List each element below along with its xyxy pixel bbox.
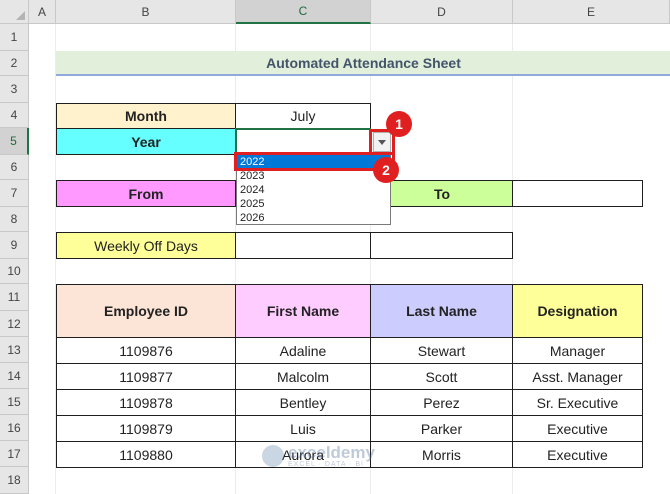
row-header-11[interactable]: 11 (0, 284, 29, 311)
year-value-cell[interactable] (235, 128, 371, 155)
designation-cell[interactable]: Asst. Manager (512, 363, 643, 390)
month-value-cell[interactable]: July (235, 103, 371, 129)
row-header-1[interactable]: 1 (0, 24, 29, 51)
from-label-cell[interactable]: From (56, 180, 236, 207)
weekly-off-value-cell-1[interactable] (235, 232, 371, 259)
row-header-18[interactable]: 18 (0, 467, 29, 494)
row-header-15[interactable]: 15 (0, 389, 29, 415)
row-header-14[interactable]: 14 (0, 363, 29, 389)
row-header-12[interactable]: 12 (0, 311, 29, 337)
weekly-off-label-cell[interactable]: Weekly Off Days (56, 232, 236, 259)
table-header-last-name[interactable]: Last Name (370, 284, 513, 338)
select-all-triangle-icon (16, 11, 25, 20)
first-name-cell[interactable]: Bentley (235, 389, 371, 416)
row-header-6[interactable]: 6 (0, 155, 29, 180)
year-label-cell[interactable]: Year (56, 128, 236, 155)
employee-id-cell[interactable]: 1109876 (56, 337, 236, 364)
row-header-10[interactable]: 10 (0, 259, 29, 284)
employee-id-cell[interactable]: 1109877 (56, 363, 236, 390)
column-header-e[interactable]: E (513, 0, 670, 24)
column-header-b[interactable]: B (56, 0, 236, 24)
designation-cell[interactable]: Sr. Executive (512, 389, 643, 416)
last-name-cell[interactable]: Parker (370, 415, 513, 442)
to-label-cell[interactable]: To (371, 180, 513, 207)
dropdown-option[interactable]: 2026 (237, 211, 390, 225)
first-name-cell[interactable]: Malcolm (235, 363, 371, 390)
column-header-c[interactable]: C (236, 0, 371, 24)
last-name-cell[interactable]: Perez (370, 389, 513, 416)
row-header-16[interactable]: 16 (0, 415, 29, 441)
table-header-first-name[interactable]: First Name (235, 284, 371, 338)
last-name-cell[interactable]: Stewart (370, 337, 513, 364)
table-header-designation[interactable]: Designation (512, 284, 643, 338)
to-value-cell[interactable] (512, 180, 643, 207)
employee-id-cell[interactable]: 1109880 (56, 441, 236, 468)
row-header-3[interactable]: 3 (0, 76, 29, 103)
column-header-d[interactable]: D (371, 0, 513, 24)
row-header-7[interactable]: 7 (0, 180, 29, 207)
employee-id-cell[interactable]: 1109879 (56, 415, 236, 442)
designation-cell[interactable]: Executive (512, 415, 643, 442)
dropdown-option[interactable]: 2023 (237, 169, 390, 183)
last-name-cell[interactable]: Morris (370, 441, 513, 468)
weekly-off-value-cell-2[interactable] (370, 232, 513, 259)
dropdown-option[interactable]: 2024 (237, 183, 390, 197)
designation-cell[interactable]: Manager (512, 337, 643, 364)
table-header-employee-id[interactable]: Employee ID (56, 284, 236, 338)
first-name-cell[interactable]: Luis (235, 415, 371, 442)
last-name-cell[interactable]: Scott (370, 363, 513, 390)
row-header-2[interactable]: 2 (0, 51, 29, 76)
row-header-9[interactable]: 9 (0, 232, 29, 259)
designation-cell[interactable]: Executive (512, 441, 643, 468)
row-header-13[interactable]: 13 (0, 337, 29, 363)
sheet-title[interactable]: Automated Attendance Sheet (56, 51, 670, 76)
row-header-4[interactable]: 4 (0, 103, 29, 128)
annotation-box-2 (234, 152, 395, 171)
row-header-5[interactable]: 5 (0, 128, 29, 155)
first-name-cell[interactable]: Adaline (235, 337, 371, 364)
first-name-cell[interactable]: Aurora (235, 441, 371, 468)
month-label-cell[interactable]: Month (56, 103, 236, 129)
column-header-a[interactable]: A (29, 0, 56, 24)
step-badge-1: 1 (386, 111, 412, 137)
step-badge-2: 2 (373, 157, 399, 183)
row-header-17[interactable]: 17 (0, 441, 29, 467)
select-all-corner[interactable] (0, 0, 29, 24)
row-header-8[interactable]: 8 (0, 207, 29, 232)
employee-id-cell[interactable]: 1109878 (56, 389, 236, 416)
dropdown-option[interactable]: 2025 (237, 197, 390, 211)
